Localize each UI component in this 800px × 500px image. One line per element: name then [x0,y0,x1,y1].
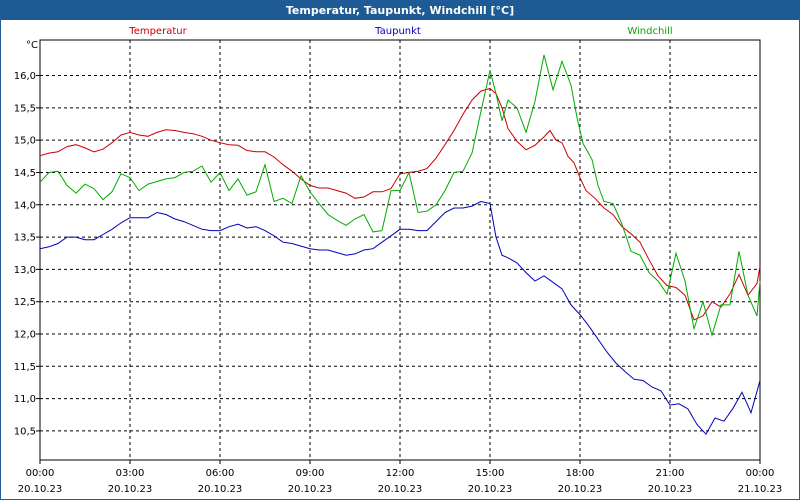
x-tick-date-label: 20.10.23 [18,484,63,495]
x-tick-time-label: 18:00 [566,468,595,479]
y-tick-label: 15,0 [14,136,36,147]
x-tick-time-label: 21:00 [656,468,685,479]
y-tick-label: 12,5 [14,297,36,308]
x-tick-time-label: 03:00 [116,468,145,479]
x-tick-date-label: 20.10.23 [288,484,333,495]
x-tick-time-label: 09:00 [296,468,325,479]
x-tick-time-label: 00:00 [26,468,55,479]
x-tick-time-label: 15:00 [476,468,505,479]
y-tick-label: 14,5 [14,168,36,179]
legend-entry-windchill: Windchill [627,26,672,37]
x-tick-date-label: 20.10.23 [108,484,153,495]
y-axis-label: °C [26,40,38,51]
legend-entry-temperatur: Temperatur [128,26,187,37]
y-tick-label: 15,5 [14,103,36,114]
grid [40,40,760,460]
y-tick-label: 13,5 [14,233,36,244]
x-tick-date-label: 20.10.23 [198,484,243,495]
x-tick-date-label: 20.10.23 [468,484,513,495]
y-tick-label: 11,5 [14,362,36,373]
y-tick-label: 14,0 [14,200,36,211]
x-tick-date-label: 20.10.23 [558,484,603,495]
x-tick-date-label: 20.10.23 [648,484,693,495]
y-tick-label: 12,0 [14,330,36,341]
y-tick-label: 10,5 [14,426,36,437]
legend-entry-taupunkt: Taupunkt [374,26,421,37]
y-tick-label: 13,0 [14,265,36,276]
chart-canvas: 10,5 11,0 11,5 12,0 12,5 13,0 13,5 14,0 14,5 15,0… [14,26,783,495]
x-tick-date-label: 21.10.23 [738,484,783,495]
x-tick-time-label: 06:00 [206,468,235,479]
x-tick-time-label: 00:00 [746,468,775,479]
x-tick-time-label: 12:00 [386,468,415,479]
y-tick-label: 16,0 [14,71,36,82]
legend: Temperatur Taupunkt Windchill [128,26,672,37]
x-tick-date-label: 20.10.23 [378,484,423,495]
y-tick-label: 11,0 [14,394,36,405]
